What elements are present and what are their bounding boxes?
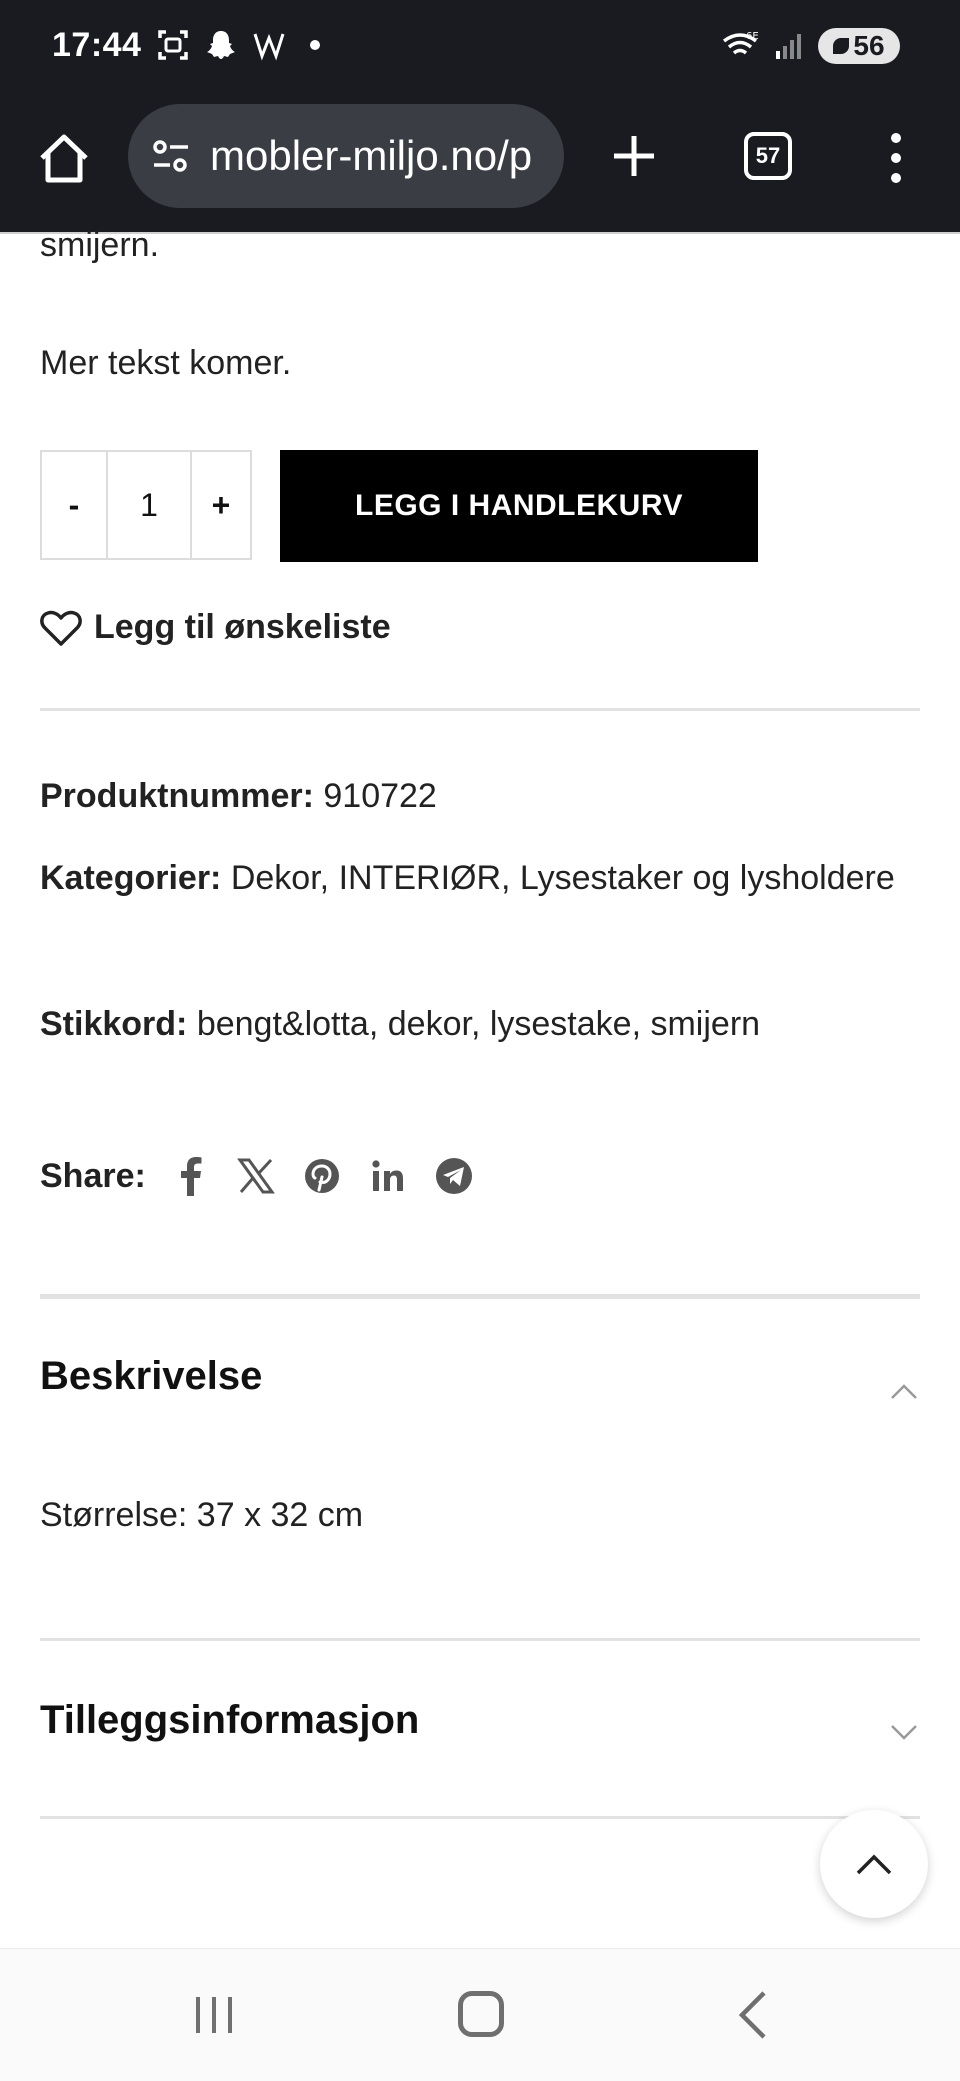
tag-link[interactable]: bengt&lotta [197, 1005, 369, 1043]
category-link[interactable]: Lysestaker og lysholdere [520, 859, 895, 897]
site-settings-icon[interactable] [150, 135, 192, 177]
tab-switcher-button[interactable]: 57 [744, 132, 792, 180]
quantity-stepper: - 1 + [40, 450, 252, 560]
share-label: Share: [40, 1156, 146, 1195]
tags-row: Stikkord: bengt&lotta, dekor, lysestake,… [40, 1005, 761, 1043]
overflow-menu-icon[interactable] [880, 128, 912, 188]
description-content: Størrelse: 37 x 32 cm [40, 1496, 364, 1534]
x-icon[interactable] [234, 1154, 278, 1198]
url-bar[interactable]: mobler-miljo.no/p [128, 104, 564, 208]
divider [40, 1816, 920, 1819]
quantity-decrease-button[interactable]: - [42, 452, 108, 558]
tag-link[interactable]: dekor [388, 1005, 471, 1043]
section-divider [40, 1294, 920, 1299]
category-link[interactable]: Dekor [231, 859, 320, 897]
divider [40, 1638, 920, 1641]
category-link[interactable]: INTERIØR [339, 859, 501, 897]
quantity-input[interactable]: 1 [108, 452, 192, 558]
signal-icon [776, 34, 801, 59]
add-to-wishlist-link[interactable]: Legg til ønskeliste [40, 608, 391, 647]
sku-row: Produktnummer: 910722 [40, 766, 910, 826]
sku-label: Produktnummer: [40, 777, 314, 815]
scroll-to-top-button[interactable] [820, 1810, 928, 1918]
home-icon[interactable] [34, 128, 94, 188]
additional-info-tab-title[interactable]: Tilleggsinformasjon [40, 1698, 419, 1743]
pinterest-icon[interactable] [300, 1154, 344, 1198]
browser-toolbar: mobler-miljo.no/p 57 [0, 98, 960, 232]
description-tab-title[interactable]: Beskrivelse [40, 1354, 262, 1399]
status-time: 17:44 [52, 26, 142, 64]
categories-label: Kategorier: [40, 859, 222, 897]
heart-icon [40, 610, 82, 646]
categories-row: Kategorier: Dekor, INTERIØR, Lysestaker … [40, 859, 895, 897]
back-icon[interactable] [734, 1989, 770, 2041]
status-left-icons [156, 28, 320, 62]
system-navigation-bar [0, 1948, 960, 2081]
battery-indicator: 56 [818, 28, 900, 64]
notification-dot [310, 40, 320, 50]
facebook-icon[interactable] [168, 1154, 212, 1198]
tags-label: Stikkord: [40, 1005, 188, 1043]
linkedin-icon[interactable] [366, 1154, 410, 1198]
url-text[interactable]: mobler-miljo.no/p [210, 132, 532, 180]
description-text-tail: smijern. [40, 226, 160, 264]
screenshot-icon [158, 30, 188, 60]
tag-link[interactable]: lysestake [490, 1005, 632, 1043]
divider [40, 708, 920, 711]
wifi-icon: 6E [722, 31, 759, 55]
wishlist-label[interactable]: Legg til ønskeliste [94, 608, 391, 647]
snapchat-icon [207, 31, 235, 59]
share-row: Share: [40, 1154, 498, 1198]
new-tab-icon[interactable] [604, 126, 664, 186]
chevron-up-icon [856, 1854, 892, 1875]
power-saving-icon [833, 38, 850, 54]
telegram-icon[interactable] [432, 1154, 476, 1198]
tag-link[interactable]: smijern [650, 1005, 760, 1043]
chevron-up-icon[interactable] [888, 1382, 920, 1402]
status-bar: 17:44 6E 56 [0, 0, 960, 98]
description-more-text: Mer tekst komer. [40, 344, 292, 382]
svg-text:6E: 6E [746, 31, 759, 42]
status-right-icons: 6E 56 [720, 28, 900, 64]
app-w-icon [253, 33, 285, 61]
quantity-increase-button[interactable]: + [192, 452, 250, 558]
add-to-cart-button[interactable]: LEGG I HANDLEKURV [280, 450, 758, 562]
battery-level: 56 [853, 30, 885, 61]
sku-value: 910722 [323, 777, 437, 815]
chevron-down-icon[interactable] [888, 1722, 920, 1742]
recent-apps-icon[interactable] [192, 1993, 236, 2037]
home-nav-button[interactable] [458, 1991, 504, 2037]
